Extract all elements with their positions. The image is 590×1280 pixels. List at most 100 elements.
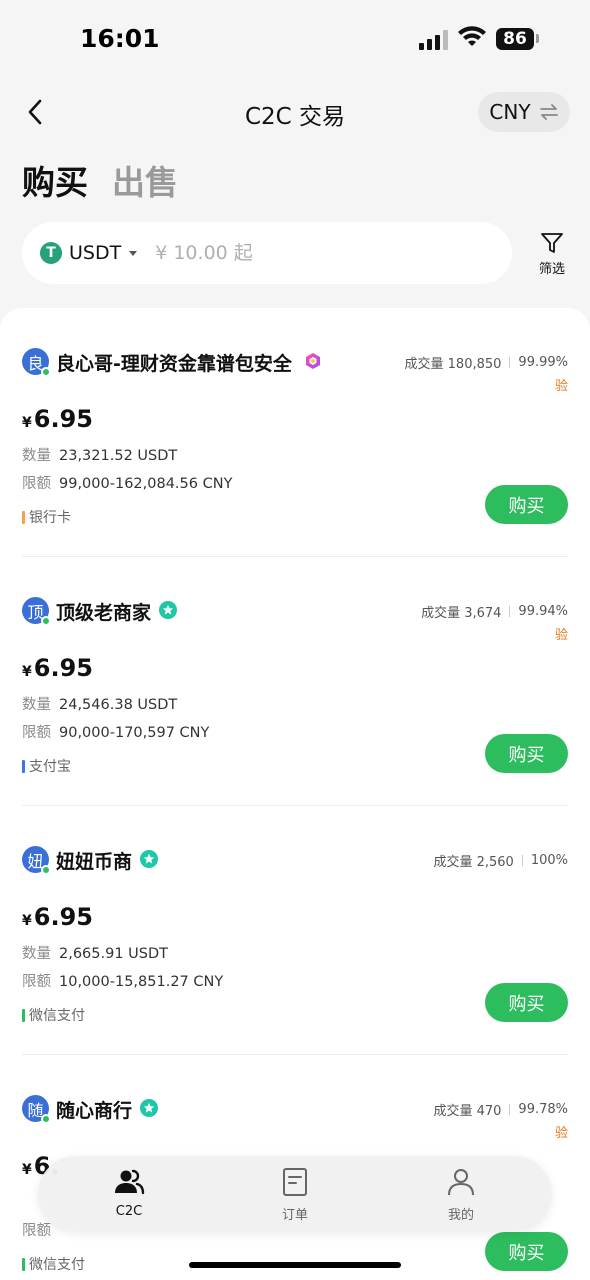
limit-label: 限额 <box>22 974 51 990</box>
asset-selector[interactable]: USDT <box>69 242 121 264</box>
quantity-row: 数量 23,321.52 USDT <box>22 444 177 465</box>
limit-value: 10,000-15,851.27 CNY <box>59 974 224 990</box>
amount-input[interactable] <box>155 242 356 264</box>
payment-label: 微信支付 <box>29 1257 85 1273</box>
nav-item-orders[interactable]: 订单 <box>250 1166 340 1223</box>
nav-item-c2c[interactable]: C2C <box>84 1166 174 1219</box>
payment-method: 微信支付 <box>22 1254 85 1274</box>
stats-divider <box>521 855 523 866</box>
quantity-row: 数量 2,665.91 USDT <box>22 942 168 963</box>
merchant-name[interactable]: 良心哥-理财资金靠谱包安全 <box>56 349 292 376</box>
buy-button[interactable]: 购买 <box>485 734 568 773</box>
currency-switch-button[interactable]: CNY <box>478 92 570 132</box>
online-status-dot <box>41 367 51 377</box>
cellular-signal-icon <box>419 30 448 50</box>
currency-label: CNY <box>489 100 531 124</box>
wifi-icon <box>458 26 486 46</box>
quantity-row: 数量 24,546.38 USDT <box>22 693 177 714</box>
stats-divider <box>509 606 511 617</box>
payment-method: 微信支付 <box>22 1005 85 1025</box>
limit-value: 90,000-170,597 CNY <box>59 725 210 741</box>
limit-label: 限额 <box>22 1223 51 1239</box>
merchant-avatar: 随 <box>22 1095 51 1124</box>
order-icon <box>283 1168 307 1196</box>
caret-down-icon[interactable] <box>129 250 138 256</box>
trade-volume: 成交量 3,674 <box>421 606 502 621</box>
listing-card: 妞 妞妞币商 成交量 2,560 100% ¥6.95 数量 2,665.91 U… <box>22 806 568 1055</box>
tab-buy[interactable]: 购买 <box>22 156 88 204</box>
status-bar: 16:01 86 <box>0 0 590 80</box>
payment-label: 支付宝 <box>29 759 71 775</box>
trade-volume: 成交量 180,850 <box>404 357 502 372</box>
star-badge-icon <box>140 1099 158 1117</box>
filter-icon <box>541 233 563 253</box>
verify-tag: 验 <box>554 379 568 394</box>
online-status-dot <box>41 616 51 626</box>
battery-indicator: 86 <box>496 28 534 50</box>
verify-tag: 验 <box>554 628 568 643</box>
users-icon <box>115 1169 145 1195</box>
bottom-nav: C2C 订单 我的 <box>38 1156 552 1232</box>
quantity-label: 数量 <box>22 448 51 464</box>
trade-stats: 成交量 3,674 99.94% <box>421 602 568 621</box>
quantity-label: 数量 <box>22 946 51 962</box>
currency-symbol: ¥ <box>22 664 32 680</box>
online-status-dot <box>41 865 51 875</box>
nav-label: 订单 <box>281 1208 308 1223</box>
payment-color-bar <box>22 510 25 524</box>
price-value: 6.95 <box>33 654 93 682</box>
completion-rate: 100% <box>530 853 568 868</box>
quantity-label: 数量 <box>22 697 51 713</box>
listing-list: 良 良心哥-理财资金靠谱包安全 成交量 180,850 99.99% 验 ¥6.… <box>0 308 590 1280</box>
swap-icon <box>539 104 558 120</box>
limit-row: 限额 10,000-15,851.27 CNY <box>22 970 223 991</box>
buy-button[interactable]: 购买 <box>485 485 568 524</box>
star-shape <box>162 604 174 615</box>
payment-color-bar <box>22 1008 25 1022</box>
payment-color-bar <box>22 759 25 773</box>
search-bar: T USDT <box>22 222 512 284</box>
currency-symbol: ¥ <box>22 415 32 431</box>
payment-label: 银行卡 <box>29 510 71 526</box>
hex-badge-icon <box>304 352 322 370</box>
limit-value: 99,000-162,084.56 CNY <box>59 476 233 492</box>
completion-rate: 99.94% <box>518 604 568 619</box>
star-shape <box>143 853 155 864</box>
merchant-name[interactable]: 妞妞币商 <box>56 847 132 874</box>
nav-label: C2C <box>115 1204 143 1219</box>
listing-card: 顶 顶级老商家 成交量 3,674 99.94% 验 ¥6.95 数量 24,54… <box>22 557 568 806</box>
merchant-avatar: 良 <box>22 348 51 377</box>
listing-card: 良 良心哥-理财资金靠谱包安全 成交量 180,850 99.99% 验 ¥6.… <box>22 308 568 557</box>
buy-button[interactable]: 购买 <box>485 1232 568 1271</box>
merchant-name[interactable]: 随心商行 <box>56 1096 132 1123</box>
trade-stats: 成交量 470 99.78% <box>433 1100 568 1119</box>
quantity-value: 24,546.38 USDT <box>59 697 178 713</box>
filter-label: 筛选 <box>538 262 565 277</box>
currency-symbol: ¥ <box>22 1162 32 1178</box>
limit-label: 限额 <box>22 725 51 741</box>
quantity-value: 23,321.52 USDT <box>59 448 178 464</box>
home-indicator[interactable] <box>189 1262 401 1268</box>
profile-icon <box>448 1169 474 1196</box>
completion-rate: 99.99% <box>518 355 568 370</box>
price-value: 6.95 <box>33 405 93 433</box>
payment-color-bar <box>22 1257 25 1271</box>
filter-button[interactable]: 筛选 <box>532 231 572 281</box>
trade-volume: 成交量 470 <box>433 1104 502 1119</box>
star-badge-icon <box>159 601 177 619</box>
payment-label: 微信支付 <box>29 1008 85 1024</box>
online-status-dot <box>41 1114 51 1124</box>
merchant-name[interactable]: 顶级老商家 <box>56 598 151 625</box>
star-badge-icon <box>140 850 158 868</box>
completion-rate: 99.78% <box>518 1102 568 1117</box>
merchant-avatar: 顶 <box>22 597 51 626</box>
price: ¥6.95 <box>22 654 93 682</box>
buy-button[interactable]: 购买 <box>485 983 568 1022</box>
currency-symbol: ¥ <box>22 913 32 929</box>
verify-tag: 验 <box>554 1126 568 1141</box>
payment-method: 支付宝 <box>22 756 71 776</box>
nav-item-profile[interactable]: 我的 <box>416 1166 506 1223</box>
price: ¥6.95 <box>22 405 93 433</box>
merchant-avatar: 妞 <box>22 846 51 875</box>
tab-sell[interactable]: 出售 <box>112 156 178 204</box>
